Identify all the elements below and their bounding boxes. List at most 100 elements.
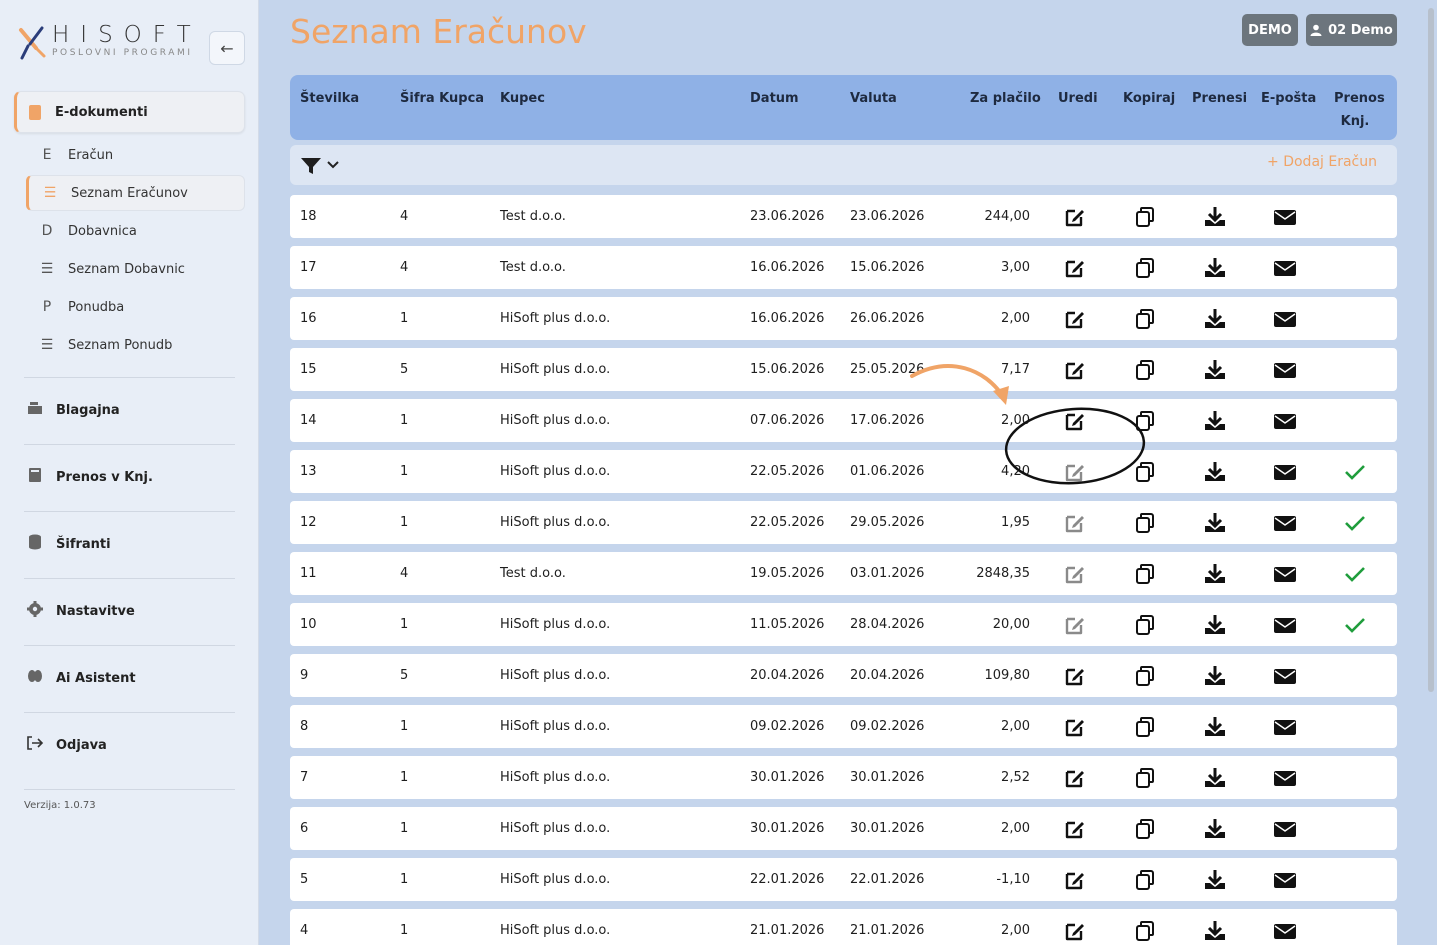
copy-icon[interactable] <box>1133 919 1157 943</box>
email-icon[interactable] <box>1273 664 1297 688</box>
filter-icon[interactable] <box>300 157 322 175</box>
hisoft-logo[interactable]: HISOFT POSLOVNI PROGRAMI <box>18 20 198 64</box>
download-icon[interactable] <box>1203 511 1227 535</box>
copy-icon[interactable] <box>1133 460 1157 484</box>
col-valuta[interactable]: Valuta <box>850 87 897 110</box>
edit-icon[interactable] <box>1063 868 1087 892</box>
email-icon[interactable] <box>1273 766 1297 790</box>
table-row[interactable]: 8 1 HiSoft plus d.o.o. 09.02.2026 09.02.2026… <box>290 705 1397 748</box>
sidebar-item-seznam-dobavnic[interactable]: ☰ Seznam Dobavnic <box>26 251 245 287</box>
collapse-sidebar-button[interactable]: ← <box>209 31 245 65</box>
email-icon[interactable] <box>1273 562 1297 586</box>
download-icon[interactable] <box>1203 562 1227 586</box>
table-row[interactable]: 15 5 HiSoft plus d.o.o. 15.06.2026 25.05.202… <box>290 348 1397 391</box>
download-icon[interactable] <box>1203 715 1227 739</box>
email-icon[interactable] <box>1273 817 1297 841</box>
col-sifra-kupca[interactable]: Šifra Kupca <box>400 87 484 110</box>
copy-icon[interactable] <box>1133 817 1157 841</box>
email-icon[interactable] <box>1273 256 1297 280</box>
sidebar-item-seznam-eracunov[interactable]: ☰ Seznam Eračunov <box>26 175 245 211</box>
email-icon[interactable] <box>1273 919 1297 943</box>
check-icon <box>1343 562 1367 586</box>
download-icon[interactable] <box>1203 868 1227 892</box>
edit-icon[interactable] <box>1063 817 1087 841</box>
edit-icon[interactable] <box>1063 307 1087 331</box>
download-icon[interactable] <box>1203 919 1227 943</box>
table-row[interactable]: 18 4 Test d.o.o. 23.06.2026 23.06.2026 244,00 <box>290 195 1397 238</box>
sidebar-item-dobavnica[interactable]: D Dobavnica <box>26 213 245 249</box>
edit-icon[interactable] <box>1063 766 1087 790</box>
sidebar-item-eracun[interactable]: E Eračun <box>26 137 245 173</box>
table-row[interactable]: 6 1 HiSoft plus d.o.o. 30.01.2026 30.01.2026… <box>290 807 1397 850</box>
download-icon[interactable] <box>1203 256 1227 280</box>
table-row[interactable]: 16 1 HiSoft plus d.o.o. 16.06.2026 26.06.202… <box>290 297 1397 340</box>
copy-icon[interactable] <box>1133 715 1157 739</box>
table-row[interactable]: 9 5 HiSoft plus d.o.o. 20.04.2026 20.04.2026… <box>290 654 1397 697</box>
table-row[interactable]: 5 1 HiSoft plus d.o.o. 22.01.2026 22.01.2026… <box>290 858 1397 901</box>
edit-icon[interactable] <box>1063 919 1087 943</box>
chevron-down-icon[interactable] <box>326 155 340 175</box>
sidebar-item-nastavitve[interactable]: Nastavitve <box>26 599 135 623</box>
email-icon[interactable] <box>1273 511 1297 535</box>
table-row[interactable]: 12 1 HiSoft plus d.o.o. 22.05.2026 29.05.202… <box>290 501 1397 544</box>
user-button[interactable]: 02 Demo <box>1306 14 1397 46</box>
col-kupec[interactable]: Kupec <box>500 87 545 110</box>
download-icon[interactable] <box>1203 205 1227 229</box>
edit-icon[interactable] <box>1063 664 1087 688</box>
email-icon[interactable] <box>1273 205 1297 229</box>
email-icon[interactable] <box>1273 307 1297 331</box>
copy-icon[interactable] <box>1133 562 1157 586</box>
copy-icon[interactable] <box>1133 664 1157 688</box>
copy-icon[interactable] <box>1133 307 1157 331</box>
copy-icon[interactable] <box>1133 511 1157 535</box>
add-eracun-button[interactable]: + Dodaj Eračun <box>1267 154 1377 170</box>
edit-icon[interactable] <box>1063 715 1087 739</box>
download-icon[interactable] <box>1203 460 1227 484</box>
copy-icon[interactable] <box>1133 868 1157 892</box>
email-icon[interactable] <box>1273 358 1297 382</box>
sidebar-item-ponudba[interactable]: P Ponudba <box>26 289 245 325</box>
sidebar-item-seznam-ponudb[interactable]: ☰ Seznam Ponudb <box>26 327 245 363</box>
edit-icon[interactable] <box>1063 409 1087 433</box>
sidebar-item-šifranti[interactable]: Šifranti <box>26 532 111 556</box>
table-row[interactable]: 7 1 HiSoft plus d.o.o. 30.01.2026 30.01.2026… <box>290 756 1397 799</box>
email-icon[interactable] <box>1273 715 1297 739</box>
copy-icon[interactable] <box>1133 613 1157 637</box>
download-icon[interactable] <box>1203 409 1227 433</box>
scrollbar[interactable] <box>1428 8 1434 692</box>
download-icon[interactable] <box>1203 358 1227 382</box>
download-icon[interactable] <box>1203 664 1227 688</box>
sidebar-item-prenos-v-knj-[interactable]: Prenos v Knj. <box>26 465 153 489</box>
table-row[interactable]: 14 1 HiSoft plus d.o.o. 07.06.2026 17.06.202… <box>290 399 1397 442</box>
download-icon[interactable] <box>1203 766 1227 790</box>
sidebar-item-ai-asistent[interactable]: Ai Asistent <box>26 666 136 690</box>
copy-icon[interactable] <box>1133 256 1157 280</box>
copy-icon[interactable] <box>1133 766 1157 790</box>
email-icon[interactable] <box>1273 613 1297 637</box>
nav-group-e-dokumenti[interactable]: E-dokumenti <box>14 91 245 133</box>
table-row[interactable]: 13 1 HiSoft plus d.o.o. 22.05.2026 01.06.202… <box>290 450 1397 493</box>
edit-icon[interactable] <box>1063 205 1087 229</box>
copy-icon[interactable] <box>1133 205 1157 229</box>
table-row[interactable]: 10 1 HiSoft plus d.o.o. 11.05.2026 28.04.202… <box>290 603 1397 646</box>
sidebar-item-odjava[interactable]: Odjava <box>26 733 107 757</box>
email-icon[interactable] <box>1273 460 1297 484</box>
download-icon[interactable] <box>1203 307 1227 331</box>
download-icon[interactable] <box>1203 613 1227 637</box>
email-icon[interactable] <box>1273 868 1297 892</box>
col-stevilka[interactable]: Številka <box>300 87 359 110</box>
download-icon[interactable] <box>1203 817 1227 841</box>
copy-icon[interactable] <box>1133 409 1157 433</box>
table-row[interactable]: 11 4 Test d.o.o. 19.05.2026 03.01.2026 2848,3… <box>290 552 1397 595</box>
sidebar-item-blagajna[interactable]: Blagajna <box>26 398 120 422</box>
col-za-placilo[interactable]: Za plačilo <box>970 87 1041 110</box>
table-row[interactable]: 4 1 HiSoft plus d.o.o. 21.01.2026 21.01.2026… <box>290 909 1397 945</box>
copy-icon[interactable] <box>1133 358 1157 382</box>
edit-icon[interactable] <box>1063 358 1087 382</box>
table-row[interactable]: 17 4 Test d.o.o. 16.06.2026 15.06.2026 3,00 <box>290 246 1397 289</box>
col-datum[interactable]: Datum <box>750 87 799 110</box>
edit-icon[interactable] <box>1063 256 1087 280</box>
demo-button[interactable]: DEMO <box>1242 14 1298 46</box>
email-icon[interactable] <box>1273 409 1297 433</box>
logout-icon <box>26 736 44 754</box>
